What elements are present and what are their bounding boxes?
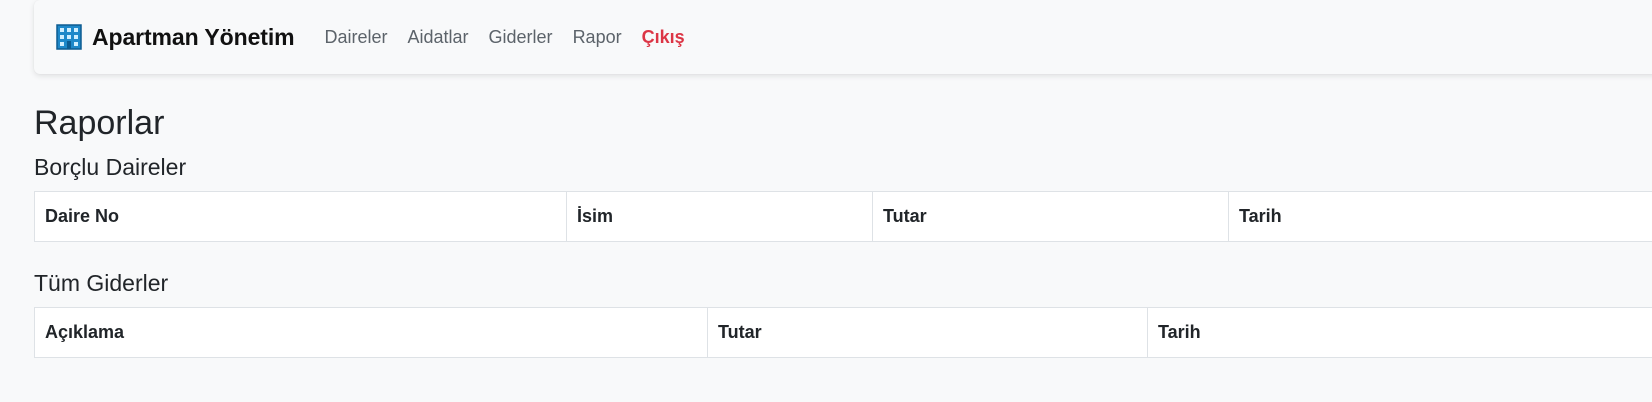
expenses-section-title: Tüm Giderler: [34, 270, 169, 296]
nav-link-daireler[interactable]: Daireler: [324, 27, 387, 48]
navbar: Apartman Yönetim Daireler Aidatlar Gider…: [34, 0, 1652, 74]
column-header-tarih: Tarih: [1147, 307, 1652, 358]
debtors-header-row: Daire No İsim Tutar Tarih: [34, 191, 1652, 242]
brand-link[interactable]: Apartman Yönetim: [56, 23, 295, 51]
building-icon: [56, 24, 82, 50]
column-header-tarih: Tarih: [1228, 191, 1652, 242]
expenses-header-row: Açıklama Tutar Tarih: [34, 307, 1652, 358]
expenses-table: Açıklama Tutar Tarih: [34, 307, 1652, 358]
nav-link-aidatlar[interactable]: Aidatlar: [408, 27, 469, 48]
page-title: Raporlar: [34, 104, 165, 142]
column-header-aciklama: Açıklama: [34, 307, 708, 358]
nav-link-giderler[interactable]: Giderler: [489, 27, 553, 48]
column-header-tutar: Tutar: [707, 307, 1148, 358]
logout-link[interactable]: Çıkış: [642, 27, 685, 48]
debtors-section-title: Borçlu Daireler: [34, 154, 187, 180]
column-header-daire-no: Daire No: [34, 191, 567, 242]
column-header-isim: İsim: [566, 191, 873, 242]
nav-links: Daireler Aidatlar Giderler Rapor Çıkış: [324, 27, 704, 48]
debtors-table: Daire No İsim Tutar Tarih: [34, 191, 1652, 242]
column-header-tutar: Tutar: [872, 191, 1229, 242]
nav-link-rapor[interactable]: Rapor: [573, 27, 622, 48]
brand-title: Apartman Yönetim: [92, 23, 295, 50]
